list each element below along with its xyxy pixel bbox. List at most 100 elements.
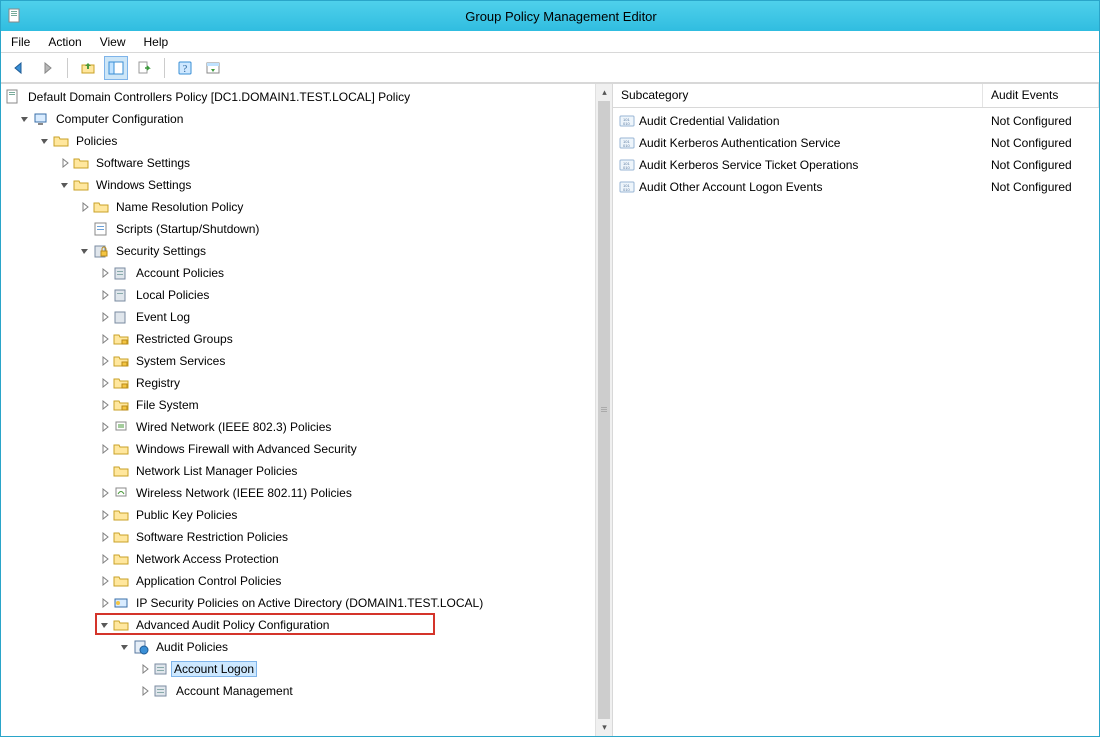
list-item-audit-events: Not Configured	[983, 114, 1099, 128]
tree-account-logon[interactable]: Account Logon	[1, 658, 595, 680]
list-header: Subcategory Audit Events	[613, 84, 1099, 108]
expander-closed-icon[interactable]	[99, 311, 111, 323]
folder-icon	[113, 551, 129, 567]
tree-label: Name Resolution Policy	[113, 199, 246, 215]
expander-closed-icon[interactable]	[79, 201, 91, 213]
tree-label: Windows Settings	[93, 177, 194, 193]
tree-ip-security[interactable]: IP Security Policies on Active Directory…	[1, 592, 595, 614]
column-header-audit-events[interactable]: Audit Events	[983, 84, 1099, 107]
expander-closed-icon[interactable]	[99, 267, 111, 279]
locked-folder-icon	[113, 375, 129, 391]
expander-closed-icon[interactable]	[139, 685, 151, 697]
expander-closed-icon[interactable]	[139, 663, 151, 675]
expander-closed-icon[interactable]	[99, 333, 111, 345]
svg-text:010: 010	[623, 165, 630, 170]
list-row[interactable]: 101010Audit Kerberos Authentication Serv…	[613, 132, 1099, 154]
tree-label: Application Control Policies	[133, 573, 284, 589]
tree-local-policies[interactable]: Local Policies	[1, 284, 595, 306]
tree-name-resolution[interactable]: Name Resolution Policy	[1, 196, 595, 218]
scroll-down-button[interactable]: ▾	[596, 719, 613, 736]
expander-open-icon[interactable]	[19, 113, 31, 125]
scroll-up-button[interactable]: ▴	[596, 84, 613, 101]
forward-button[interactable]	[35, 56, 59, 80]
tree-system-services[interactable]: System Services	[1, 350, 595, 372]
tree-computer-configuration[interactable]: Computer Configuration	[1, 108, 595, 130]
back-button[interactable]	[7, 56, 31, 80]
expander-closed-icon[interactable]	[59, 157, 71, 169]
audit-item-icon: 101010	[619, 135, 635, 151]
expander-closed-icon[interactable]	[99, 289, 111, 301]
list-row[interactable]: 101010Audit Kerberos Service Ticket Oper…	[613, 154, 1099, 176]
show-hide-tree-button[interactable]	[104, 56, 128, 80]
expander-closed-icon[interactable]	[99, 531, 111, 543]
expander-open-icon[interactable]	[79, 245, 91, 257]
tree-file-system[interactable]: File System	[1, 394, 595, 416]
tree-label: Account Policies	[133, 265, 227, 281]
tree-windows-settings[interactable]: Windows Settings	[1, 174, 595, 196]
tree-label: Windows Firewall with Advanced Security	[133, 441, 360, 457]
tree-event-log[interactable]: Event Log	[1, 306, 595, 328]
expander-closed-icon[interactable]	[99, 597, 111, 609]
expander-open-icon[interactable]	[99, 619, 111, 631]
tree-restricted-groups[interactable]: Restricted Groups	[1, 328, 595, 350]
list-row[interactable]: 101010Audit Credential ValidationNot Con…	[613, 110, 1099, 132]
tree-security-settings[interactable]: Security Settings	[1, 240, 595, 262]
tree-container[interactable]: Default Domain Controllers Policy [DC1.D…	[1, 84, 595, 736]
menu-file[interactable]: File	[11, 35, 30, 49]
tree-label: Network List Manager Policies	[133, 463, 300, 479]
export-list-button[interactable]	[132, 56, 156, 80]
menu-action[interactable]: Action	[48, 35, 81, 49]
tree-scrollbar[interactable]: ▴ ▾	[595, 84, 612, 736]
toolbar: ?	[1, 53, 1099, 83]
up-level-button[interactable]	[76, 56, 100, 80]
column-header-subcategory[interactable]: Subcategory	[613, 84, 983, 107]
tree-wired-network[interactable]: Wired Network (IEEE 802.3) Policies	[1, 416, 595, 438]
tree-label: Policies	[73, 133, 120, 149]
tree-software-restriction[interactable]: Software Restriction Policies	[1, 526, 595, 548]
tree-account-management[interactable]: Account Management	[1, 680, 595, 702]
tree-windows-firewall[interactable]: Windows Firewall with Advanced Security	[1, 438, 595, 460]
menu-bar: File Action View Help	[1, 31, 1099, 53]
expander-closed-icon[interactable]	[99, 443, 111, 455]
list-body[interactable]: 101010Audit Credential ValidationNot Con…	[613, 108, 1099, 736]
tree-wireless-network[interactable]: Wireless Network (IEEE 802.11) Policies	[1, 482, 595, 504]
expander-closed-icon[interactable]	[99, 421, 111, 433]
tree-network-access-protection[interactable]: Network Access Protection	[1, 548, 595, 570]
wireless-icon	[113, 485, 129, 501]
tree-label: Account Management	[173, 683, 296, 699]
tree-pane: Default Domain Controllers Policy [DC1.D…	[1, 84, 613, 736]
tree-registry[interactable]: Registry	[1, 372, 595, 394]
tree-network-list-manager[interactable]: Network List Manager Policies	[1, 460, 595, 482]
tree-public-key[interactable]: Public Key Policies	[1, 504, 595, 526]
expander-closed-icon[interactable]	[99, 355, 111, 367]
menu-help[interactable]: Help	[144, 35, 169, 49]
expander-closed-icon[interactable]	[99, 487, 111, 499]
folder-icon	[113, 507, 129, 523]
expander-open-icon[interactable]	[119, 641, 131, 653]
expander-closed-icon[interactable]	[99, 553, 111, 565]
tree-root[interactable]: Default Domain Controllers Policy [DC1.D…	[1, 86, 595, 108]
tree-scripts[interactable]: Scripts (Startup/Shutdown)	[1, 218, 595, 240]
scroll-thumb[interactable]	[598, 101, 610, 719]
tree-label: Local Policies	[133, 287, 212, 303]
list-row[interactable]: 101010Audit Other Account Logon EventsNo…	[613, 176, 1099, 198]
toolbar-separator	[164, 58, 165, 78]
menu-view[interactable]: View	[100, 35, 126, 49]
properties-button[interactable]	[201, 56, 225, 80]
tree-advanced-audit[interactable]: Advanced Audit Policy Configuration	[1, 614, 595, 636]
expander-closed-icon[interactable]	[99, 575, 111, 587]
expander-closed-icon[interactable]	[99, 509, 111, 521]
expander-open-icon[interactable]	[59, 179, 71, 191]
details-pane: Subcategory Audit Events 101010Audit Cre…	[613, 84, 1099, 736]
tree-application-control[interactable]: Application Control Policies	[1, 570, 595, 592]
expander-closed-icon[interactable]	[99, 377, 111, 389]
help-button[interactable]: ?	[173, 56, 197, 80]
folder-icon	[113, 441, 129, 457]
tree-policies[interactable]: Policies	[1, 130, 595, 152]
tree-audit-policies[interactable]: Audit Policies	[1, 636, 595, 658]
expander-open-icon[interactable]	[39, 135, 51, 147]
tree-label: File System	[133, 397, 202, 413]
expander-closed-icon[interactable]	[99, 399, 111, 411]
tree-account-policies[interactable]: Account Policies	[1, 262, 595, 284]
tree-software-settings[interactable]: Software Settings	[1, 152, 595, 174]
